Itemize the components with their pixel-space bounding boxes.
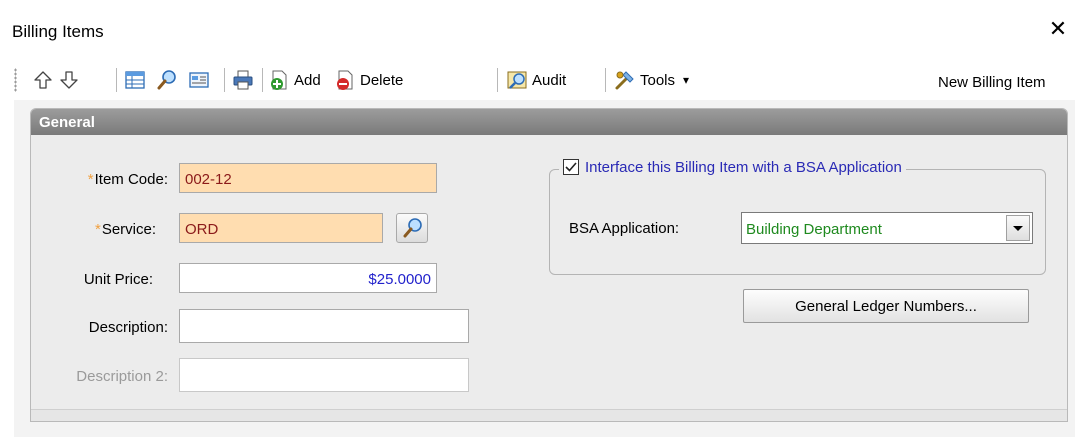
toolbar-separator — [116, 68, 117, 92]
description-label: Description: — [88, 319, 168, 336]
item-code-input[interactable]: 002-12 — [179, 163, 437, 193]
bsa-application-value: Building Department — [746, 221, 882, 238]
form-view-button[interactable] — [188, 66, 210, 94]
arrow-down-icon — [58, 69, 80, 91]
delete-button[interactable]: Delete — [334, 66, 403, 94]
interface-checkbox-row[interactable]: Interface this Billing Item with a BSA A… — [559, 156, 906, 178]
audit-icon — [506, 69, 528, 91]
add-button[interactable]: Add — [268, 66, 321, 94]
bsa-application-label: BSA Application: — [569, 220, 680, 237]
description2-input[interactable] — [179, 358, 469, 392]
interface-checkbox-label: Interface this Billing Item with a BSA A… — [585, 158, 902, 176]
tools-button-label: Tools — [640, 71, 676, 89]
audit-button-label: Audit — [532, 71, 567, 89]
panel-bottom-strip — [31, 409, 1067, 421]
window-title: Billing Items — [12, 22, 104, 41]
arrow-up-icon — [32, 69, 54, 91]
toolbar-separator — [224, 68, 225, 92]
grid-view-button[interactable] — [124, 66, 146, 94]
title-bar: Billing Items ✕ — [0, 0, 1075, 60]
general-ledger-numbers-button[interactable]: General Ledger Numbers... — [743, 289, 1029, 323]
move-down-button[interactable] — [58, 66, 80, 94]
add-button-label: Add — [294, 71, 321, 89]
bsa-application-select[interactable]: Building Department — [741, 212, 1033, 244]
service-lookup-button[interactable] — [396, 213, 428, 243]
toolbar-separator — [605, 68, 606, 92]
unit-price-input[interactable]: $25.0000 — [179, 263, 437, 293]
required-marker: * — [87, 171, 94, 188]
audit-button[interactable]: Audit — [506, 66, 566, 94]
tools-menu-button[interactable]: Tools ▾ — [614, 66, 689, 94]
search-icon — [156, 69, 178, 91]
record-status-label: New Billing Item — [938, 74, 1046, 91]
search-icon — [402, 217, 424, 243]
toolbar-separator — [262, 68, 263, 92]
delete-icon — [334, 69, 356, 91]
tools-icon — [614, 69, 636, 91]
add-icon — [268, 69, 290, 91]
item-code-label: *Item Code: — [87, 171, 168, 188]
move-up-button[interactable] — [32, 66, 54, 94]
chevron-down-icon: ▾ — [683, 73, 690, 87]
toolbar: Add Delete Audit Tools ▾ New Billing Ite… — [0, 60, 1075, 100]
print-icon — [232, 69, 254, 91]
panel-title: General — [39, 114, 95, 131]
interface-checkbox[interactable] — [563, 159, 579, 175]
required-marker: * — [94, 221, 101, 238]
toolbar-grip[interactable] — [14, 68, 17, 92]
service-label: *Service: — [94, 221, 156, 238]
panel-header: General — [31, 109, 1067, 135]
form-view-icon — [188, 69, 210, 91]
toolbar-separator — [497, 68, 498, 92]
dropdown-arrow-icon[interactable] — [1006, 215, 1030, 241]
service-input[interactable]: ORD — [179, 213, 383, 243]
grid-view-icon — [124, 69, 146, 91]
general-panel: General *Item Code: 002-12 *Service: ORD… — [30, 108, 1068, 422]
find-button[interactable] — [156, 66, 178, 94]
close-icon[interactable]: ✕ — [1046, 18, 1070, 42]
delete-button-label: Delete — [360, 71, 404, 89]
print-button[interactable] — [232, 66, 254, 94]
description2-label: Description 2: — [76, 368, 168, 385]
unit-price-label: Unit Price: — [83, 271, 153, 288]
description-input[interactable] — [179, 309, 469, 343]
